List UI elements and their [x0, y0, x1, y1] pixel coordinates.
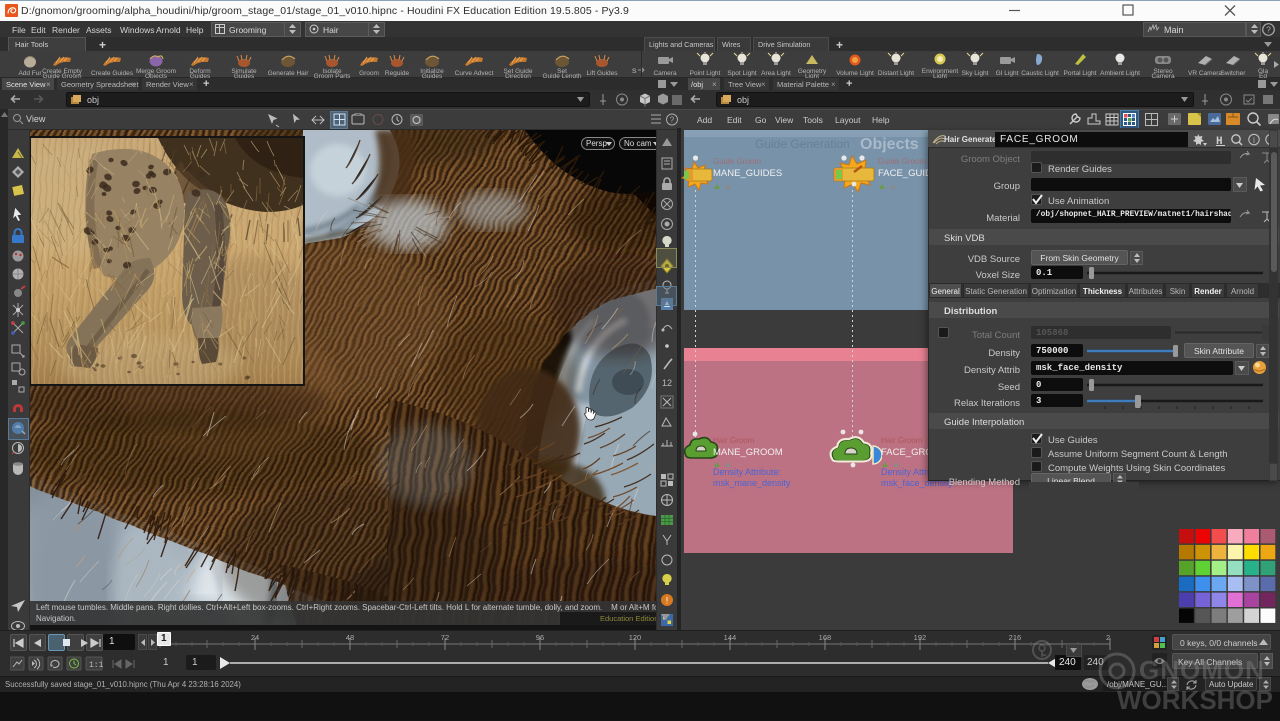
svg-text:12: 12: [662, 378, 672, 388]
svg-text:1:1: 1:1: [89, 661, 104, 670]
svg-text:!: !: [666, 596, 669, 606]
svg-text:?: ?: [670, 116, 675, 125]
svg-text:i: i: [1253, 136, 1256, 145]
svg-text:?: ?: [1266, 24, 1271, 34]
